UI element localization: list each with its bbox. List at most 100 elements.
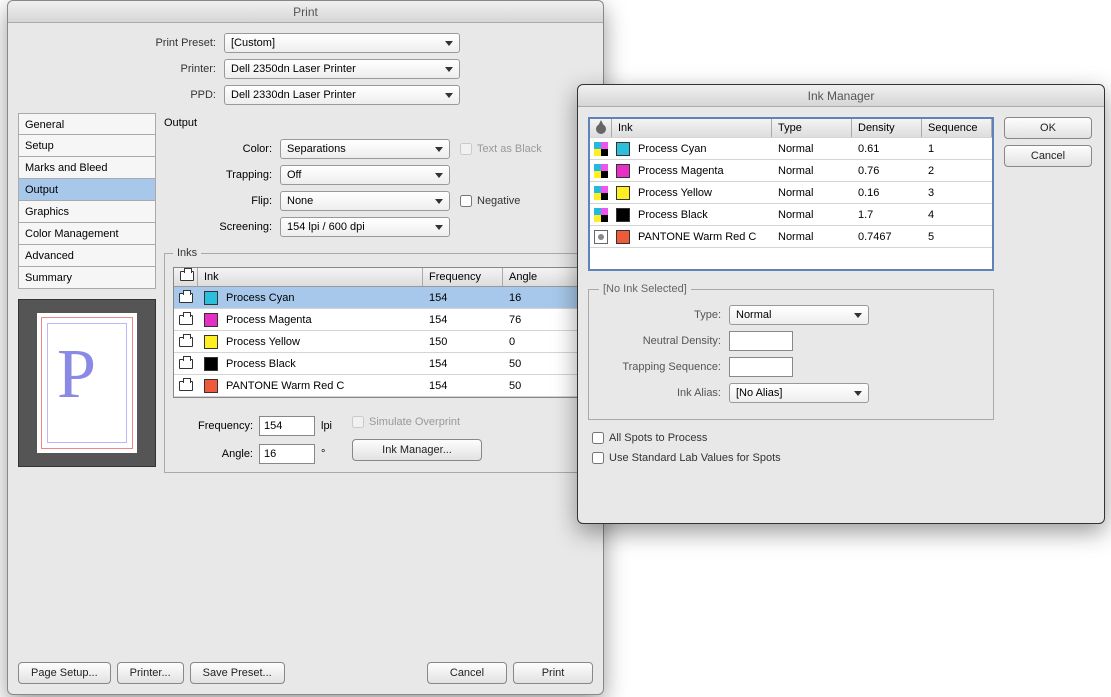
- ink-row[interactable]: Process Yellow1500: [174, 331, 583, 353]
- ink-manager-title: Ink Manager: [578, 85, 1104, 107]
- ink-name-label: Process Black: [226, 358, 296, 370]
- ink-name-label: Process Cyan: [226, 292, 294, 304]
- mgr-row[interactable]: Process CyanNormal0.611: [590, 137, 992, 159]
- sidebar-item-advanced[interactable]: Advanced: [18, 245, 156, 267]
- trapping-select[interactable]: Off: [280, 165, 450, 185]
- ink-row[interactable]: Process Magenta 15476: [174, 309, 583, 331]
- text-as-black-checkbox: Text as Black: [460, 143, 542, 155]
- ink-manager-table[interactable]: Ink Type Density Sequence Process CyanNo…: [590, 119, 992, 269]
- ink-angle: 16: [503, 292, 583, 304]
- mgr-ink-name: Process Magenta: [638, 165, 724, 177]
- simulate-overprint-checkbox: Simulate Overprint: [352, 416, 460, 428]
- sidebar-item-general[interactable]: General: [18, 113, 156, 135]
- chevron-down-icon: [854, 391, 862, 396]
- chevron-down-icon: [435, 199, 443, 204]
- sidebar-item-color-management[interactable]: Color Management: [18, 223, 156, 245]
- ink-swatch-icon: [204, 313, 218, 327]
- droplet-column-header[interactable]: [590, 119, 612, 137]
- mgr-row[interactable]: Process BlackNormal1.74: [590, 203, 992, 225]
- ink-details-fieldset: [No Ink Selected] Type: Normal Neutral D…: [588, 283, 994, 420]
- flip-select[interactable]: None: [280, 191, 450, 211]
- page-setup-button[interactable]: Page Setup...: [18, 662, 111, 684]
- ink-frequency: 154: [423, 380, 503, 392]
- sidebar-item-graphics[interactable]: Graphics: [18, 201, 156, 223]
- lab-values-checkbox[interactable]: Use Standard Lab Values for Spots: [592, 452, 994, 464]
- mgr-row[interactable]: Process MagentaNormal0.762: [590, 159, 992, 181]
- ink-manager-button[interactable]: Ink Manager...: [352, 439, 482, 461]
- sidebar-item-summary[interactable]: Summary: [18, 267, 156, 289]
- mgr-ink-density: 0.16: [852, 187, 922, 199]
- ink-swatch-icon: [616, 164, 630, 178]
- mgr-ink-density: 0.61: [852, 143, 922, 155]
- ink-frequency: 154: [423, 358, 503, 370]
- negative-checkbox[interactable]: Negative: [460, 195, 520, 207]
- ink-name-label: Process Magenta: [226, 314, 312, 326]
- sidebar-item-output[interactable]: Output: [18, 179, 156, 201]
- trapping-sequence-input[interactable]: [729, 357, 793, 377]
- printer-button[interactable]: Printer...: [117, 662, 184, 684]
- ink-row[interactable]: Process Black 15450: [174, 353, 583, 375]
- ink-type-select[interactable]: Normal: [729, 305, 869, 325]
- ink-frequency: 154: [423, 314, 503, 326]
- printer-column-header[interactable]: [174, 268, 198, 286]
- mgr-sequence-header[interactable]: Sequence: [922, 119, 992, 137]
- mgr-type-header[interactable]: Type: [772, 119, 852, 137]
- neutral-density-input[interactable]: [729, 331, 793, 351]
- print-preset-select[interactable]: [Custom]: [224, 33, 460, 53]
- print-sidebar: GeneralSetupMarks and BleedOutputGraphic…: [18, 113, 156, 289]
- screening-select[interactable]: 154 lpi / 600 dpi: [280, 217, 450, 237]
- ink-name-label: Process Yellow: [226, 336, 300, 348]
- print-preset-label: Print Preset:: [18, 37, 224, 49]
- mgr-ink-density: 0.76: [852, 165, 922, 177]
- ok-button[interactable]: OK: [1004, 117, 1092, 139]
- ink-angle: 0: [503, 336, 583, 348]
- save-preset-button[interactable]: Save Preset...: [190, 662, 285, 684]
- print-dialog: Print Print Preset: [Custom] Printer: De…: [7, 0, 604, 695]
- ink-swatch-icon: [204, 291, 218, 305]
- ppd-select[interactable]: Dell 2330dn Laser Printer: [224, 85, 460, 105]
- ink-column-header[interactable]: Ink: [198, 268, 423, 286]
- printer-icon: [180, 271, 194, 281]
- chevron-down-icon: [445, 93, 453, 98]
- ink-row[interactable]: Process Cyan 15416: [174, 287, 583, 309]
- angle-input[interactable]: [259, 444, 315, 464]
- color-select[interactable]: Separations: [280, 139, 450, 159]
- cmyk-icon: [594, 186, 608, 200]
- mgr-row[interactable]: Process YellowNormal0.163: [590, 181, 992, 203]
- printer-label: Printer:: [18, 63, 224, 75]
- mgr-cancel-button[interactable]: Cancel: [1004, 145, 1092, 167]
- ink-angle: 50: [503, 358, 583, 370]
- chevron-down-icon: [445, 41, 453, 46]
- chevron-down-icon: [854, 313, 862, 318]
- ink-alias-select[interactable]: [No Alias]: [729, 383, 869, 403]
- chevron-down-icon: [435, 173, 443, 178]
- frequency-input[interactable]: [259, 416, 315, 436]
- ppd-label: PPD:: [18, 89, 224, 101]
- printer-icon: [179, 381, 193, 391]
- ink-frequency: 154: [423, 292, 503, 304]
- ink-swatch-icon: [616, 208, 630, 222]
- printer-select[interactable]: Dell 2350dn Laser Printer: [224, 59, 460, 79]
- print-button[interactable]: Print: [513, 662, 593, 684]
- mgr-density-header[interactable]: Density: [852, 119, 922, 137]
- all-spots-checkbox[interactable]: All Spots to Process: [592, 432, 994, 444]
- mgr-ink-sequence: 5: [922, 231, 992, 243]
- chevron-down-icon: [435, 147, 443, 152]
- angle-column-header[interactable]: Angle: [503, 268, 583, 286]
- mgr-ink-header[interactable]: Ink: [612, 119, 772, 137]
- mgr-row[interactable]: PANTONE Warm Red CNormal0.74675: [590, 225, 992, 247]
- mgr-ink-density: 1.7: [852, 209, 922, 221]
- mgr-ink-type: Normal: [772, 231, 852, 243]
- chevron-down-icon: [445, 67, 453, 72]
- frequency-column-header[interactable]: Frequency: [423, 268, 503, 286]
- cancel-button[interactable]: Cancel: [427, 662, 507, 684]
- mgr-ink-sequence: 4: [922, 209, 992, 221]
- sidebar-item-marks-and-bleed[interactable]: Marks and Bleed: [18, 157, 156, 179]
- ink-swatch-icon: [204, 335, 218, 349]
- ink-angle: 76: [503, 314, 583, 326]
- inks-table[interactable]: Ink Frequency Angle Process Cyan15416Pro…: [173, 267, 584, 398]
- sidebar-item-setup[interactable]: Setup: [18, 135, 156, 157]
- ink-row[interactable]: PANTONE Warm Red C15450: [174, 375, 583, 397]
- inks-fieldset: Inks Ink Frequency Angle Process Cyan154…: [164, 247, 593, 473]
- mgr-ink-type: Normal: [772, 209, 852, 221]
